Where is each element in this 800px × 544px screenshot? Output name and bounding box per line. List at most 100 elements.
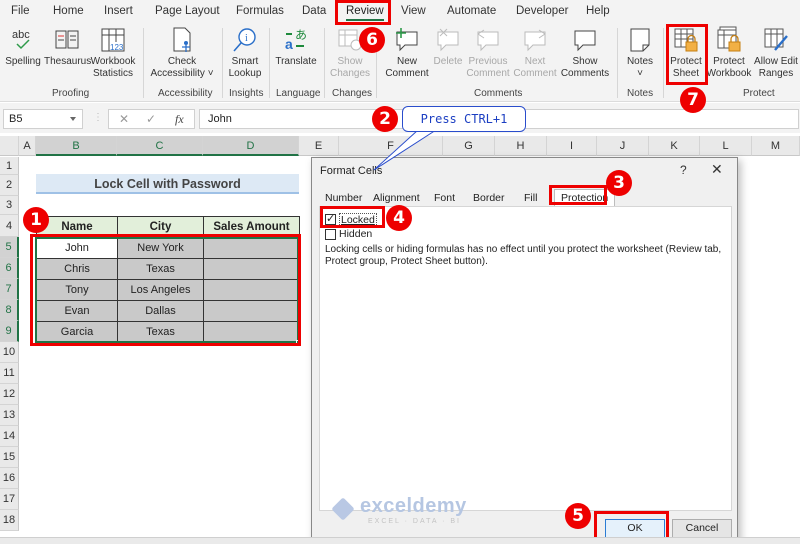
sheet-title[interactable]: Lock Cell with Password [36, 174, 299, 194]
cancel-icon[interactable]: ✕ [119, 112, 129, 126]
enter-icon[interactable]: ✓ [146, 112, 156, 126]
ribbon-separator [269, 28, 270, 98]
step-badge-6: 6 [359, 27, 385, 53]
name-box[interactable]: B5 [3, 109, 83, 129]
column-header-a[interactable]: A [19, 136, 36, 156]
group-label-insights: Insights [229, 88, 264, 99]
row-header-8[interactable]: 8 [0, 300, 19, 321]
hidden-checkbox[interactable] [325, 229, 336, 240]
smart-lookup-button[interactable]: i Smart Lookup [226, 26, 264, 80]
spelling-button[interactable]: abc Spelling [4, 26, 42, 68]
step-badge-5: 5 [565, 503, 591, 529]
tab-data[interactable]: Data [302, 5, 326, 17]
highlight-protection-tab [549, 185, 607, 205]
tab-page-layout[interactable]: Page Layout [155, 5, 220, 17]
tab-font[interactable]: Font [434, 192, 455, 204]
tab-developer[interactable]: Developer [516, 5, 568, 17]
new-comment-button[interactable]: New Comment [383, 26, 431, 80]
row-header-13[interactable]: 13 [0, 405, 19, 426]
delete-comment-button[interactable]: Delete [431, 26, 465, 68]
insert-function-icon[interactable]: fx [175, 112, 184, 127]
tab-number[interactable]: Number [325, 192, 362, 204]
accessibility-icon [173, 27, 191, 52]
group-label-notes: Notes [627, 88, 654, 99]
highlight-protect-sheet [666, 24, 708, 85]
ribbon-separator [143, 28, 144, 98]
highlight-locked-option [320, 206, 385, 228]
chevron-down-icon[interactable] [70, 117, 76, 121]
tab-file[interactable]: File [11, 5, 30, 17]
row-header-17[interactable]: 17 [0, 489, 19, 510]
drag-handle-icon[interactable]: ⋮ [93, 112, 103, 123]
check-accessibility-button[interactable]: Check Accessibility ˅ [148, 26, 216, 80]
protection-note: Locking cells or hiding formulas has no … [325, 244, 722, 267]
close-icon[interactable]: ✕ [711, 161, 723, 178]
help-icon[interactable]: ? [680, 163, 687, 177]
column-header-c[interactable]: C [117, 136, 203, 156]
show-comments-button[interactable]: Show Comments [559, 26, 611, 80]
ribbon-separator [617, 28, 618, 98]
row-header-3[interactable]: 3 [0, 196, 19, 215]
row-header-4[interactable]: 4 [0, 215, 19, 237]
select-all-corner[interactable] [0, 136, 19, 156]
tab-alignment[interactable]: Alignment [373, 192, 420, 204]
column-header-i[interactable]: I [547, 136, 597, 156]
row-header-15[interactable]: 15 [0, 447, 19, 468]
allow-edit-ranges-icon [764, 28, 788, 51]
spelling-icon: abc [12, 29, 30, 50]
cancel-button[interactable]: Cancel [672, 519, 732, 538]
row-header-9[interactable]: 9 [0, 321, 19, 342]
workbook-statistics-button[interactable]: 123 Workbook Statistics [90, 26, 136, 80]
column-header-b[interactable]: B [36, 136, 117, 156]
column-header-h[interactable]: H [495, 136, 547, 156]
row-header-18[interactable]: 18 [0, 510, 19, 531]
tab-formulas[interactable]: Formulas [236, 5, 284, 17]
hidden-label[interactable]: Hidden [339, 228, 372, 240]
highlight-data-range [30, 234, 301, 346]
svg-text:a: a [285, 36, 293, 52]
ribbon-separator [324, 28, 325, 98]
next-comment-icon [524, 29, 546, 52]
column-header-e[interactable]: E [299, 136, 339, 156]
highlight-ok-button [594, 511, 669, 540]
column-header-l[interactable]: L [700, 136, 752, 156]
notes-button[interactable]: Notes ˅ [622, 26, 658, 80]
column-header-d[interactable]: D [203, 136, 299, 156]
sheet-tab-bar[interactable] [0, 537, 800, 544]
row-header-1[interactable]: 1 [0, 157, 19, 175]
row-header-12[interactable]: 12 [0, 384, 19, 405]
tab-view[interactable]: View [401, 5, 426, 17]
row-header-14[interactable]: 14 [0, 426, 19, 447]
column-header-k[interactable]: K [649, 136, 700, 156]
row-header-10[interactable]: 10 [0, 342, 19, 363]
row-header-7[interactable]: 7 [0, 279, 19, 300]
svg-text:i: i [245, 33, 248, 44]
tab-border[interactable]: Border [473, 192, 505, 204]
thesaurus-button[interactable]: Thesaurus [44, 26, 91, 68]
tab-help[interactable]: Help [586, 5, 610, 17]
column-header-m[interactable]: M [752, 136, 800, 156]
column-header-g[interactable]: G [443, 136, 495, 156]
tab-automate[interactable]: Automate [447, 5, 496, 17]
next-comment-button[interactable]: Next Comment [511, 26, 559, 80]
protect-workbook-button[interactable]: Protect Workbook [706, 26, 752, 80]
highlight-review-tab [335, 0, 391, 25]
notes-icon [630, 28, 650, 52]
column-header-j[interactable]: J [597, 136, 649, 156]
row-header-6[interactable]: 6 [0, 258, 19, 279]
tab-home[interactable]: Home [53, 5, 84, 17]
row-header-16[interactable]: 16 [0, 468, 19, 489]
shortcut-callout: Press CTRL+1 [402, 106, 526, 132]
row-header-5[interactable]: 5 [0, 237, 19, 258]
step-badge-1: 1 [23, 207, 49, 233]
previous-comment-icon [477, 29, 499, 52]
allow-edit-ranges-button[interactable]: Allow Edit Ranges [752, 26, 800, 80]
row-header-11[interactable]: 11 [0, 363, 19, 384]
translate-button[interactable]: aあ Translate [273, 26, 319, 68]
tab-insert[interactable]: Insert [104, 5, 133, 17]
new-comment-icon [396, 28, 418, 52]
previous-comment-button[interactable]: Previous Comment [465, 26, 511, 80]
ribbon-separator [663, 28, 664, 98]
tab-fill[interactable]: Fill [524, 192, 537, 204]
row-header-2[interactable]: 2 [0, 175, 19, 196]
